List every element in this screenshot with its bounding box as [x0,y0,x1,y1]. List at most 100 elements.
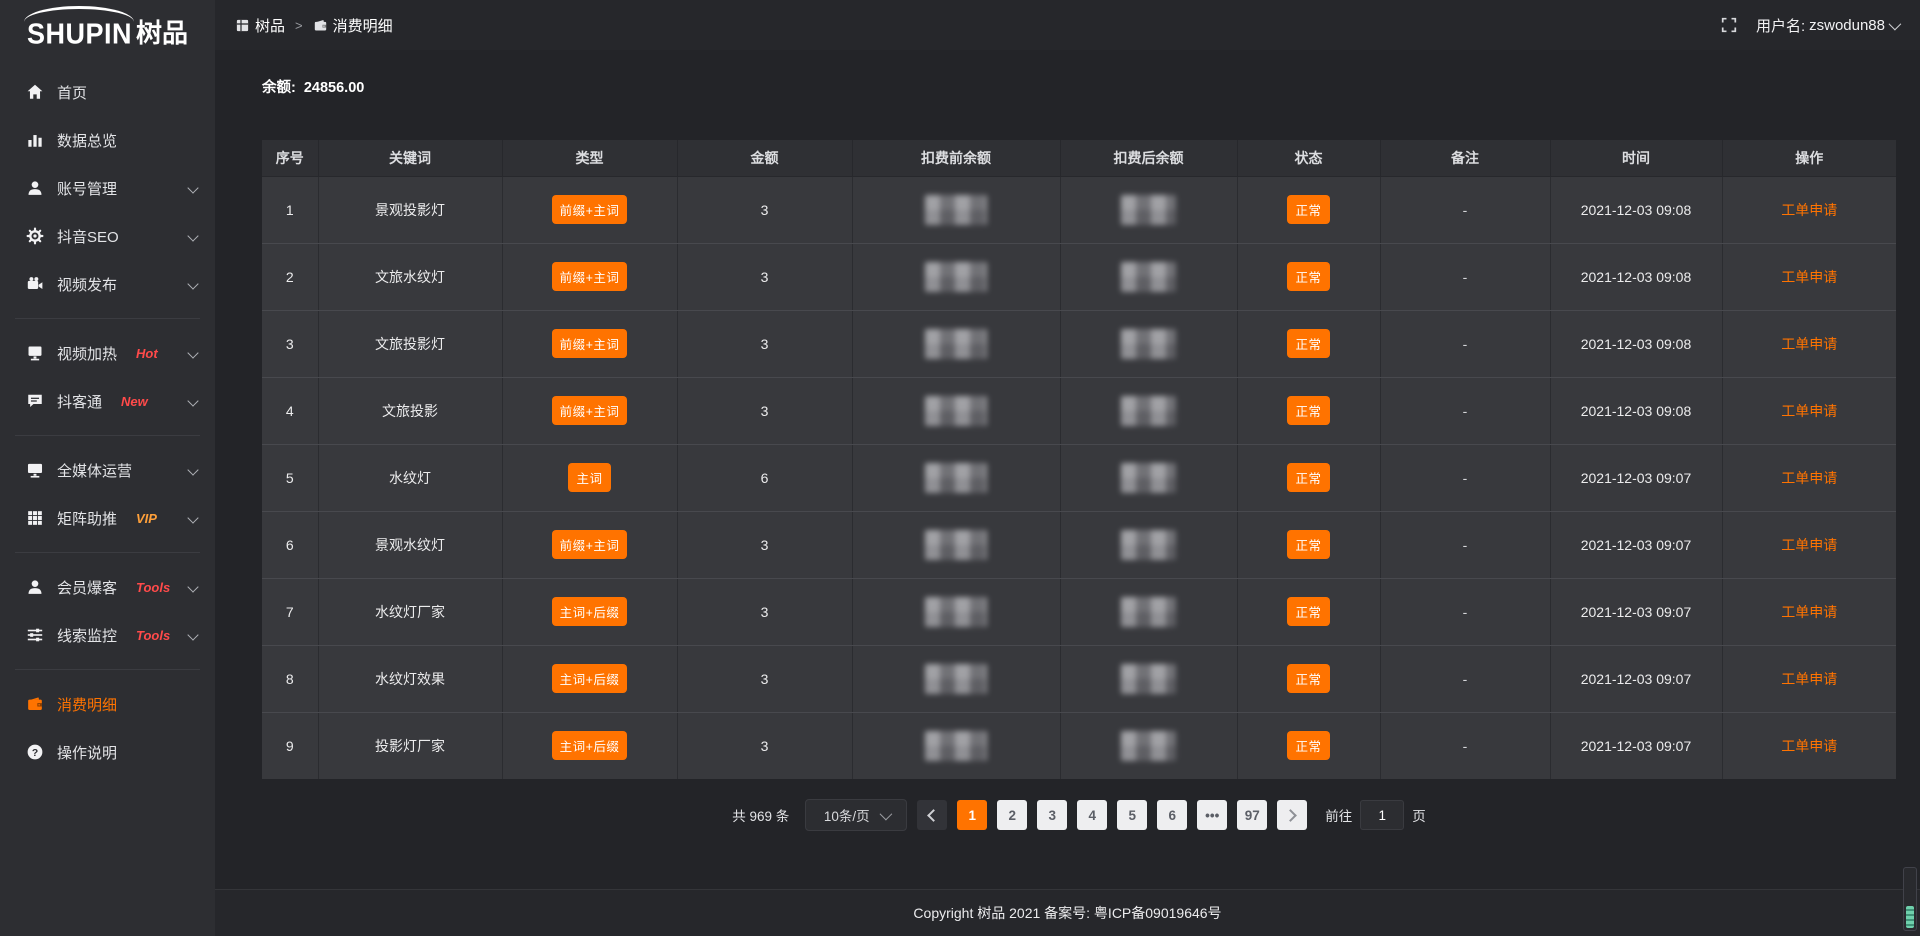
page-button-3[interactable]: 3 [1037,800,1067,830]
work-order-link[interactable]: 工单申请 [1781,202,1837,218]
cell-type: 前缀+主词 [502,243,677,310]
goto-page-input[interactable] [1360,800,1404,830]
sidebar-item-clue-monitor[interactable]: 线索监控Tools [0,611,215,659]
sidebar-item-video-publish[interactable]: 视频发布 [0,260,215,308]
pagination: 共 969 条 10条/页 123456•••97 前往 页 [262,799,1896,831]
table-row: 2文旅水纹灯前缀+主词3正常-2021-12-03 09:08工单申请 [262,243,1896,310]
work-order-link[interactable]: 工单申请 [1781,537,1837,553]
work-order-link[interactable]: 工单申请 [1781,403,1837,419]
logo[interactable]: SHUPIN 树品 [0,0,215,58]
cell-time: 2021-12-03 09:07 [1550,511,1722,578]
page-button-5[interactable]: 5 [1117,800,1147,830]
sidebar-item-matrix-boost[interactable]: 矩阵助推VIP [0,494,215,542]
work-order-link[interactable]: 工单申请 [1781,336,1837,352]
sidebar-item-instructions[interactable]: ?操作说明 [0,728,215,776]
masked-balance-after [1121,329,1176,359]
cell-keyword: 投影灯厂家 [318,712,502,779]
work-order-link[interactable]: 工单申请 [1781,604,1837,620]
column-header-7: 备注 [1380,140,1550,176]
work-order-link[interactable]: 工单申请 [1781,269,1837,285]
masked-balance-before [925,664,987,694]
sidebar-item-account-manage[interactable]: 账号管理 [0,164,215,212]
prev-page-button[interactable] [917,800,947,830]
sidebar-menu: 首页数据总览账号管理抖音SEO 视频发布视频加热Hot抖客通New 全媒体运营矩阵助… [0,58,215,776]
page-button-2[interactable]: 2 [997,800,1027,830]
cell-remark: - [1380,645,1550,712]
chevron-down-icon [187,629,198,640]
sidebar-item-douketong[interactable]: 抖客通New [0,377,215,425]
table-row: 5水纹灯主词6正常-2021-12-03 09:07工单申请 [262,444,1896,511]
user-menu[interactable]: 用户名: zswodun88 [1756,15,1898,36]
cell-status: 正常 [1237,444,1380,511]
breadcrumb-item-shupin[interactable]: 树品 [235,15,285,36]
cell-balance-after [1060,645,1237,712]
cell-type: 主词 [502,444,677,511]
status-badge: 正常 [1287,396,1329,425]
wallet-icon [26,695,44,713]
type-badge: 主词+后缀 [552,597,628,626]
cell-status: 正常 [1237,310,1380,377]
cell-keyword: 水纹灯 [318,444,502,511]
cell-remark: - [1380,444,1550,511]
cell-remark: - [1380,377,1550,444]
menu-divider [15,435,200,436]
sidebar-item-member-burst[interactable]: 会员爆客Tools [0,563,215,611]
page-button-4[interactable]: 4 [1077,800,1107,830]
table-row: 6景观水纹灯前缀+主词3正常-2021-12-03 09:07工单申请 [262,511,1896,578]
table-row: 8水纹灯效果主词+后缀3正常-2021-12-03 09:07工单申请 [262,645,1896,712]
sidebar-item-consume-detail[interactable]: 消费明细 [0,680,215,728]
status-badge: 正常 [1287,530,1329,559]
balance-value: 24856.00 [304,80,364,96]
next-page-button[interactable] [1277,800,1307,830]
cell-balance-after [1060,377,1237,444]
cell-amount: 3 [677,645,852,712]
page-size-select[interactable]: 10条/页 [805,799,907,831]
masked-balance-before [925,329,987,359]
cell-time: 2021-12-03 09:07 [1550,444,1722,511]
sidebar-item-all-media[interactable]: 全媒体运营 [0,446,215,494]
mini-scrollbar[interactable] [1903,867,1917,931]
sidebar-item-label: 视频发布 [57,274,117,295]
cell-type: 前缀+主词 [502,176,677,243]
cell-remark: - [1380,243,1550,310]
sidebar-item-label: 首页 [57,82,87,103]
cell-action: 工单申请 [1722,377,1896,444]
chevron-down-icon [187,278,198,289]
breadcrumb-item-consume-detail[interactable]: 消费明细 [313,15,393,36]
mini-scrollbar-thumb[interactable] [1906,906,1914,928]
more-pages-button[interactable]: ••• [1197,800,1227,830]
page-button-97[interactable]: 97 [1237,800,1267,830]
cell-amount: 3 [677,176,852,243]
column-header-3: 金额 [677,140,852,176]
cell-action: 工单申请 [1722,511,1896,578]
grid-small-icon [235,18,250,33]
masked-balance-after [1121,664,1176,694]
page-button-6[interactable]: 6 [1157,800,1187,830]
chevron-down-icon [187,581,198,592]
status-badge: 正常 [1287,195,1329,224]
sidebar-item-data-overview[interactable]: 数据总览 [0,116,215,164]
cell-time: 2021-12-03 09:07 [1550,712,1722,779]
type-badge: 主词+后缀 [552,664,628,693]
consume-table-wrap: 序号关键词类型金额扣费前余额扣费后余额状态备注时间操作 1景观投影灯前缀+主词3… [262,140,1896,779]
wallet-icon [313,18,328,33]
work-order-link[interactable]: 工单申请 [1781,470,1837,486]
work-order-link[interactable]: 工单申请 [1781,671,1837,687]
sidebar-item-label: 抖客通 [57,391,102,412]
sidebar-item-video-heat[interactable]: 视频加热Hot [0,329,215,377]
work-order-link[interactable]: 工单申请 [1781,738,1837,754]
cell-balance-before [852,176,1060,243]
sidebar-item-home[interactable]: 首页 [0,68,215,116]
svg-text:?: ? [32,748,38,759]
fullscreen-icon[interactable] [1720,16,1738,34]
sidebar-item-label: 会员爆客 [57,577,117,598]
cell-time: 2021-12-03 09:07 [1550,578,1722,645]
sidebar-item-douyin-seo[interactable]: 抖音SEO [0,212,215,260]
column-header-5: 扣费后余额 [1060,140,1237,176]
logo-text-cn: 树品 [136,13,188,50]
username-label: 用户名: [1756,15,1805,36]
page-button-1[interactable]: 1 [957,800,987,830]
cell-index: 4 [262,377,318,444]
page-buttons: 123456 ••• 97 [957,800,1267,830]
user2-icon [26,578,44,596]
